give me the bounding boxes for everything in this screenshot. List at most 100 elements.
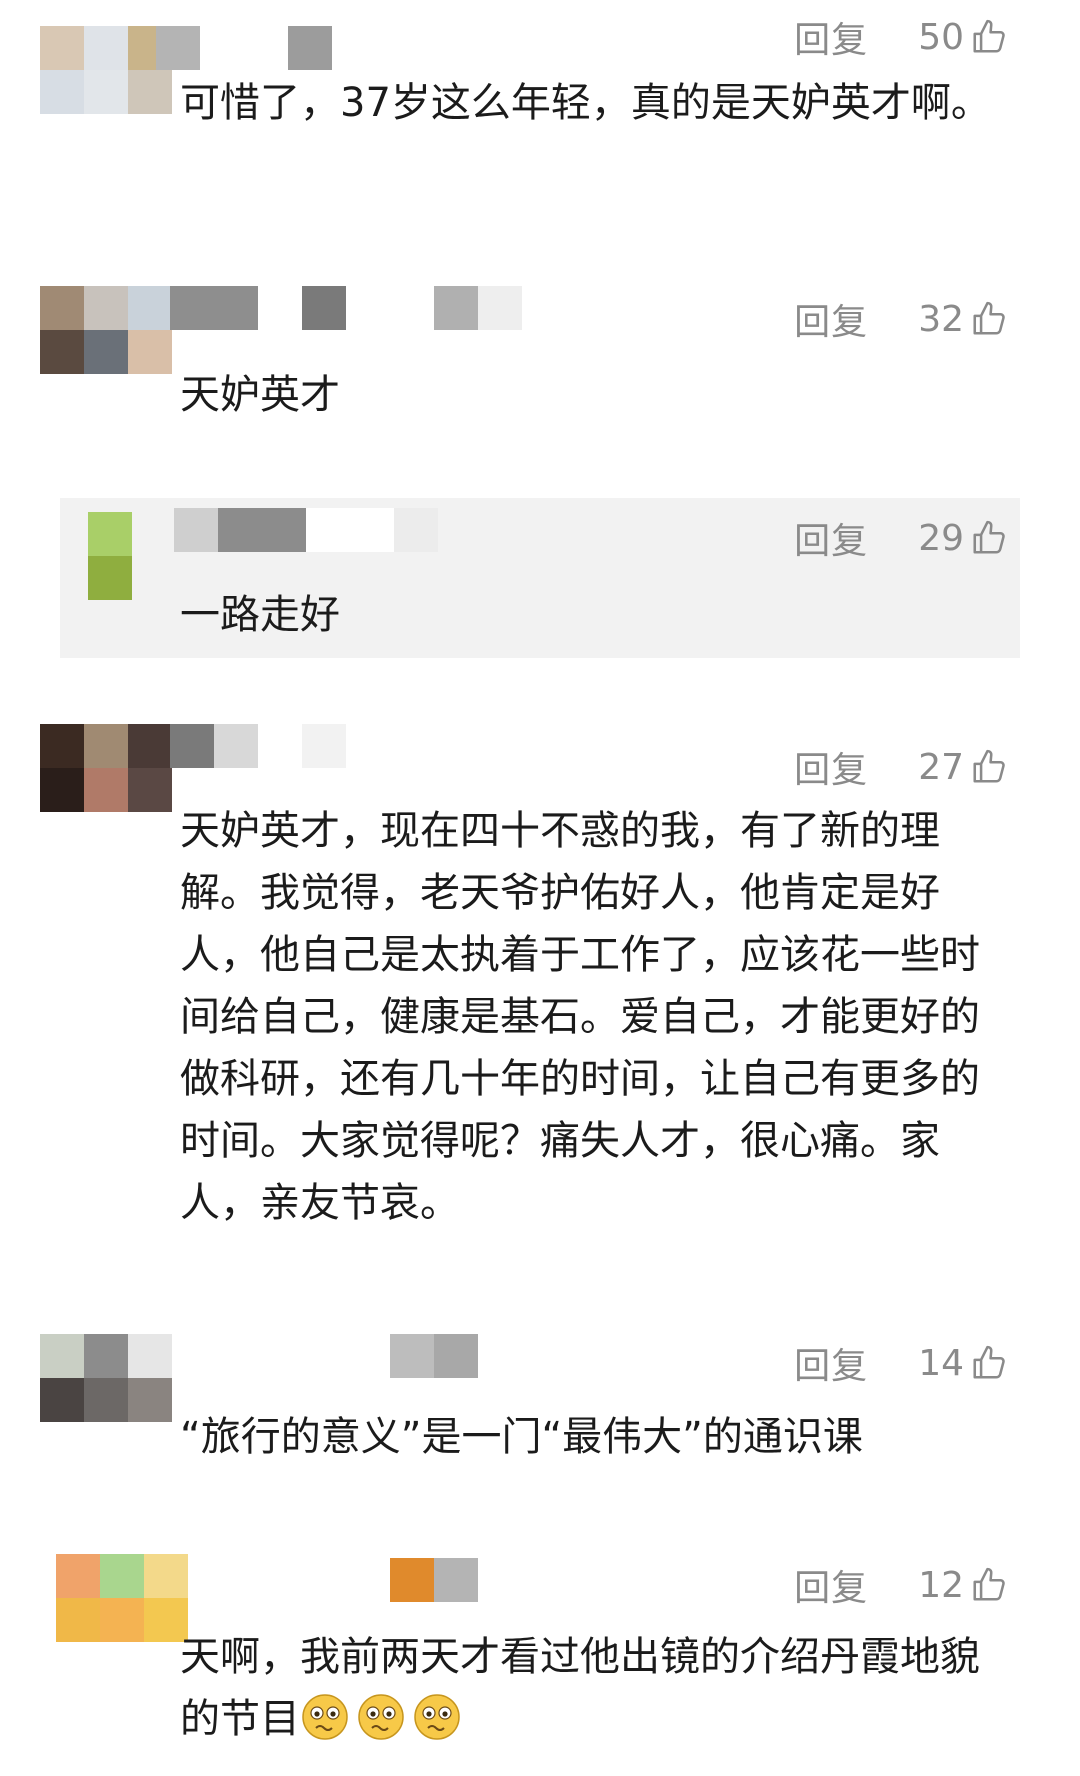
like-count: 32 <box>918 298 964 340</box>
username-pixel <box>394 508 438 552</box>
username-pixel <box>170 724 214 768</box>
avatar[interactable] <box>40 724 172 812</box>
username-pixel <box>390 1334 434 1378</box>
username-pixel <box>390 286 434 330</box>
like-count: 50 <box>918 16 964 58</box>
comment-text: 天妒英才，现在四十不惑的我，有了新的理解。我觉得，老天爷护佑好人，他肯定是好人，… <box>180 808 980 1226</box>
username-pixel <box>258 286 302 330</box>
username-pixel <box>346 1334 390 1378</box>
username-pixel <box>288 26 332 70</box>
username-pixel <box>434 286 478 330</box>
reply-button[interactable]: 回复 <box>794 741 868 793</box>
username-pixel <box>346 1558 390 1602</box>
avatar-pixel <box>88 512 132 556</box>
username-pixel <box>434 1558 478 1602</box>
like-count: 14 <box>918 1342 964 1384</box>
username-redacted[interactable] <box>170 724 346 768</box>
username-pixel <box>218 508 262 552</box>
username-pixel <box>478 286 522 330</box>
reply-button[interactable]: 回复 <box>794 11 868 63</box>
username-redacted[interactable] <box>214 1334 478 1378</box>
username-pixel <box>174 508 218 552</box>
woozy-face-icon <box>358 1694 404 1740</box>
username-pixel <box>390 1558 434 1602</box>
comment-actions: 回复 29 <box>794 512 1008 564</box>
avatar-pixel <box>40 1378 84 1422</box>
comment-actions: 回复 32 <box>794 293 1008 345</box>
username-pixel <box>214 1334 258 1378</box>
avatar-pixel <box>40 70 84 114</box>
comment-actions: 回复 27 <box>794 741 1008 793</box>
username-pixel <box>434 1334 478 1378</box>
avatar-pixel <box>84 286 128 330</box>
avatar-pixel <box>144 1554 188 1598</box>
emoji-group <box>300 1694 468 1742</box>
username-pixel <box>302 286 346 330</box>
avatar-pixel <box>40 768 84 812</box>
woozy-face-icon <box>302 1694 348 1740</box>
avatar-pixel <box>40 286 84 330</box>
comment-actions: 回复 12 <box>794 1559 1008 1611</box>
avatar-pixel <box>84 1334 128 1378</box>
avatar[interactable] <box>40 1334 172 1422</box>
avatar-pixel <box>40 724 84 768</box>
comment-text: 天妒英才 <box>180 372 340 418</box>
avatar-pixel <box>128 330 172 374</box>
reply-button[interactable]: 回复 <box>794 1337 868 1389</box>
avatar[interactable] <box>40 26 172 114</box>
comment-actions: 回复 14 <box>794 1337 1008 1389</box>
avatar-pixel <box>88 556 132 600</box>
avatar-pixel <box>100 1598 144 1642</box>
avatar-pixel <box>128 768 172 812</box>
avatar-pixel <box>84 70 128 114</box>
comment-actions: 回复 50 <box>794 11 1008 63</box>
username-pixel <box>214 724 258 768</box>
username-pixel <box>214 286 258 330</box>
avatar-pixel <box>128 286 172 330</box>
woozy-face-icon <box>414 1694 460 1740</box>
username-pixel <box>302 1558 346 1602</box>
avatar[interactable] <box>56 1554 188 1642</box>
username-redacted[interactable] <box>214 1558 478 1602</box>
reply-button[interactable]: 回复 <box>794 1559 868 1611</box>
avatar-pixel <box>56 1598 100 1642</box>
comment-text: 可惜了，37岁这么年轻，真的是天妒英才啊。 <box>180 80 991 126</box>
avatar-pixel <box>40 1334 84 1378</box>
avatar-pixel <box>84 330 128 374</box>
comment-text: 天啊，我前两天才看过他出镜的介绍丹霞地貌的节目 <box>180 1626 1010 1750</box>
avatar-pixel <box>128 70 172 114</box>
username-pixel <box>262 508 306 552</box>
username-redacted[interactable] <box>170 286 522 330</box>
avatar-pixel <box>84 26 128 70</box>
avatar-pixel <box>84 1378 128 1422</box>
username-redacted[interactable] <box>174 508 438 552</box>
reply-button[interactable]: 回复 <box>794 512 868 564</box>
avatar-pixel <box>40 330 84 374</box>
thumbs-up-icon[interactable] <box>970 748 1008 786</box>
like-count: 29 <box>918 517 964 559</box>
username-redacted[interactable] <box>156 26 332 70</box>
avatar-pixel <box>40 26 84 70</box>
avatar-pixel <box>128 1334 172 1378</box>
username-pixel <box>302 1334 346 1378</box>
username-pixel <box>346 286 390 330</box>
thumbs-up-icon[interactable] <box>970 1566 1008 1604</box>
like-count: 12 <box>918 1564 964 1606</box>
thumbs-up-icon[interactable] <box>970 1344 1008 1382</box>
username-pixel <box>302 724 346 768</box>
avatar-pixel <box>100 1554 144 1598</box>
avatar-pixel <box>56 1554 100 1598</box>
username-pixel <box>244 26 288 70</box>
username-pixel <box>214 1558 258 1602</box>
username-pixel <box>258 1558 302 1602</box>
avatar[interactable] <box>88 512 132 600</box>
username-pixel <box>170 286 214 330</box>
thumbs-up-icon[interactable] <box>970 300 1008 338</box>
username-pixel <box>200 26 244 70</box>
thumbs-up-icon[interactable] <box>970 18 1008 56</box>
thumbs-up-icon[interactable] <box>970 519 1008 557</box>
avatar[interactable] <box>40 286 172 374</box>
username-pixel <box>258 724 302 768</box>
username-pixel <box>258 1334 302 1378</box>
reply-button[interactable]: 回复 <box>794 293 868 345</box>
